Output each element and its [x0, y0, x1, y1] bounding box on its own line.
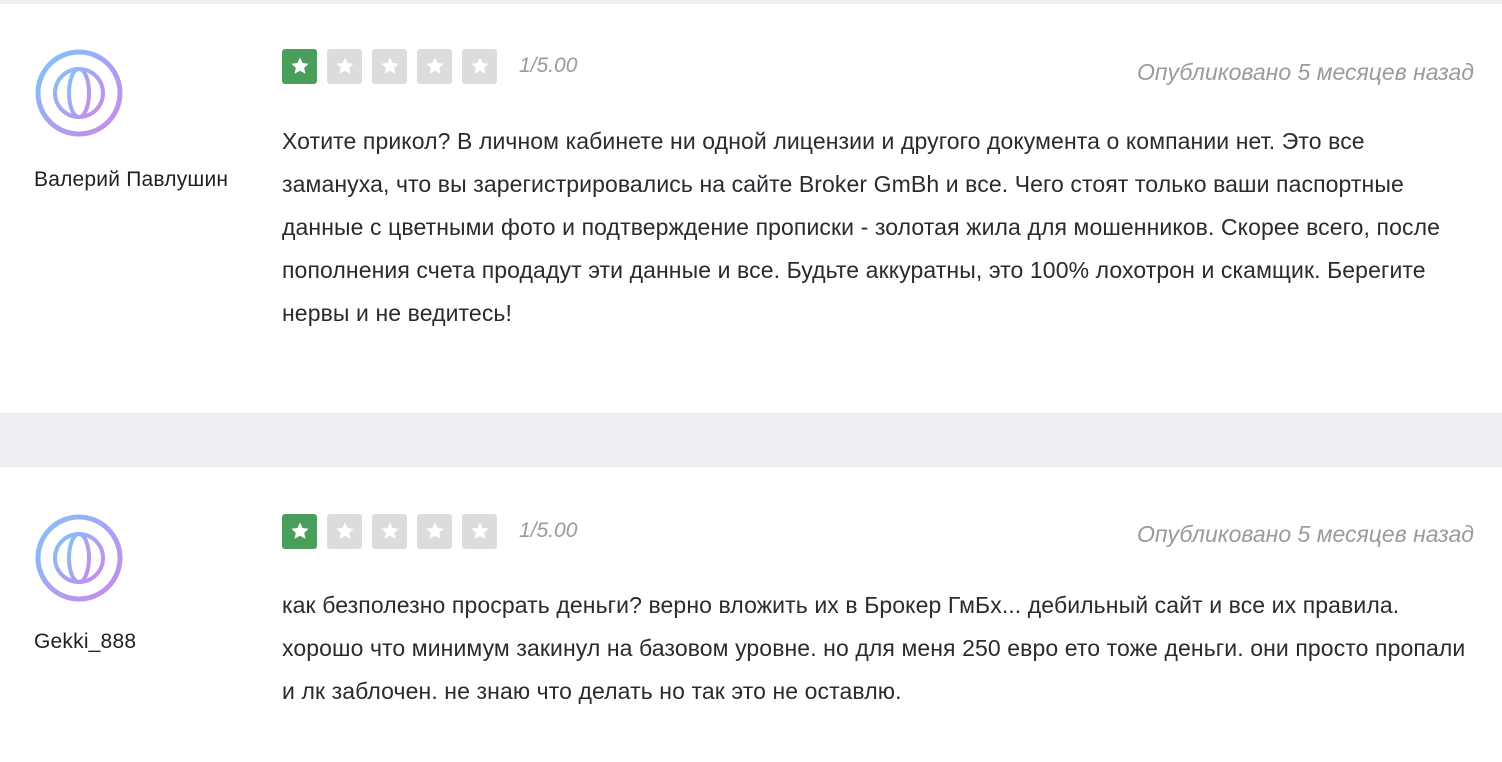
published-date: Опубликовано 5 месяцев назад [1136, 521, 1474, 547]
star-icon [327, 48, 362, 84]
author-name: Валерий Павлушин [34, 168, 229, 191]
star-icon [282, 48, 317, 84]
star-icon [282, 513, 317, 549]
rating-score: 1/5.00 [519, 519, 578, 542]
review-text: Хотите прикол? В личном кабинете ни одно… [282, 128, 1440, 326]
review-card: Валерий Павлушин 1/5.00 Опубликовано 5 м… [0, 4, 1502, 413]
rating-score: 1/5.00 [519, 54, 578, 77]
globe-icon [34, 48, 124, 138]
star-rating: 1/5.00 [282, 513, 577, 549]
globe-icon [34, 513, 124, 603]
avatar [34, 48, 124, 138]
star-icon [417, 48, 452, 84]
star-icon [372, 513, 407, 549]
star-icon [417, 513, 452, 549]
published-date: Опубликовано 5 месяцев назад [1136, 59, 1474, 85]
star-icon [462, 513, 497, 549]
star-rating: 1/5.00 [282, 48, 577, 84]
review-separator [0, 413, 1502, 467]
review-card: Gekki_888 1/5.00 Опубликовано 5 месяцев … [0, 467, 1502, 762]
star-icon [372, 48, 407, 84]
author-name: Gekki_888 [34, 630, 137, 653]
reviews-page: Валерий Павлушин 1/5.00 Опубликовано 5 м… [0, 0, 1502, 762]
avatar [34, 513, 124, 603]
star-icon [462, 48, 497, 84]
review-text: как безполезно просрать деньги? верно вл… [282, 592, 1466, 704]
star-icon [327, 513, 362, 549]
